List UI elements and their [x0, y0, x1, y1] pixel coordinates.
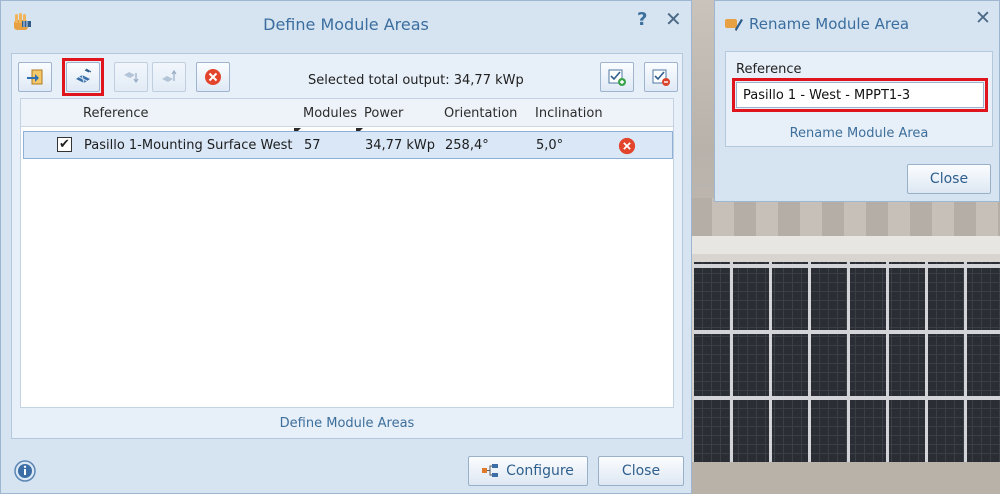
title-bar: Define Module Areas ? ✕ — [1, 1, 691, 47]
delete-button[interactable] — [196, 62, 230, 92]
reference-label: Reference — [736, 62, 802, 77]
table-header: Reference Modules Power Orientation Incl… — [21, 99, 673, 127]
import-button[interactable] — [18, 62, 52, 92]
row-checkbox[interactable]: ✔ — [57, 137, 72, 152]
select-all-icon — [608, 69, 626, 86]
selected-output-value: 34,77 kWp — [453, 73, 524, 88]
select-all-button[interactable] — [600, 62, 634, 92]
configure-button[interactable]: Configure — [468, 456, 588, 486]
configure-icon — [482, 464, 499, 477]
rename-content: Reference Rename Module Area — [725, 51, 993, 147]
column-header-power[interactable]: Power — [364, 106, 403, 121]
help-icon[interactable]: ? — [637, 9, 647, 30]
close-icon[interactable]: ✕ — [975, 7, 991, 29]
close-button[interactable]: Close — [598, 456, 684, 486]
rename-icon — [725, 19, 743, 31]
cell-inclination: 5,0° — [536, 138, 564, 153]
reference-input[interactable] — [736, 82, 984, 108]
selected-output: Selected total output: 34,77 kWp — [308, 73, 524, 88]
cell-orientation: 258,4° — [445, 138, 489, 153]
deselect-all-icon — [652, 69, 670, 86]
move-up-button[interactable] — [152, 62, 186, 92]
building-wall — [690, 198, 1000, 236]
highlight-box — [62, 58, 104, 96]
dialog-content: Selected total output: 34,77 kWp Referen… — [11, 53, 683, 439]
column-header-inclination[interactable]: Inclination — [535, 106, 603, 121]
cell-modules[interactable]: 57 — [304, 138, 321, 153]
cell-power: 34,77 kWp — [365, 138, 435, 153]
move-up-icon — [162, 69, 177, 82]
toolbar: Selected total output: 34,77 kWp — [18, 58, 678, 96]
cell-reference[interactable]: Pasillo 1-Mounting Surface West — [84, 138, 292, 153]
selected-output-label: Selected total output: — [308, 73, 450, 88]
app-hand-icon — [14, 13, 31, 30]
delete-icon — [205, 69, 221, 85]
rename-section-label: Rename Module Area — [789, 126, 929, 141]
import-icon — [27, 69, 43, 85]
row-delete-icon[interactable] — [618, 137, 636, 155]
move-down-button[interactable] — [114, 62, 148, 92]
solar-panels — [694, 262, 1000, 462]
define-module-areas-dialog: Define Module Areas ? ✕ Selected total o… — [0, 0, 692, 494]
rename-dialog-title: Rename Module Area — [749, 15, 910, 33]
dialog-title: Define Module Areas — [263, 14, 429, 34]
column-header-modules[interactable]: Modules — [303, 106, 357, 121]
info-icon[interactable] — [13, 459, 37, 483]
table-row[interactable]: ✔ Pasillo 1-Mounting Surface West 57 34,… — [23, 131, 673, 159]
rename-module-area-dialog: Rename Module Area ✕ Reference Rename Mo… — [714, 0, 1000, 202]
roof-edge — [690, 236, 1000, 254]
column-header-reference[interactable]: Reference — [83, 106, 148, 121]
close-icon[interactable]: ✕ — [665, 7, 682, 31]
rename-close-button[interactable]: Close — [907, 164, 991, 194]
move-down-icon — [124, 72, 139, 84]
deselect-all-button[interactable] — [644, 62, 678, 92]
ground — [690, 462, 1000, 494]
section-label: Define Module Areas — [279, 416, 415, 431]
module-areas-table: Reference Modules Power Orientation Incl… — [20, 98, 674, 408]
configure-label: Configure — [506, 463, 574, 479]
column-header-orientation[interactable]: Orientation — [444, 106, 517, 121]
